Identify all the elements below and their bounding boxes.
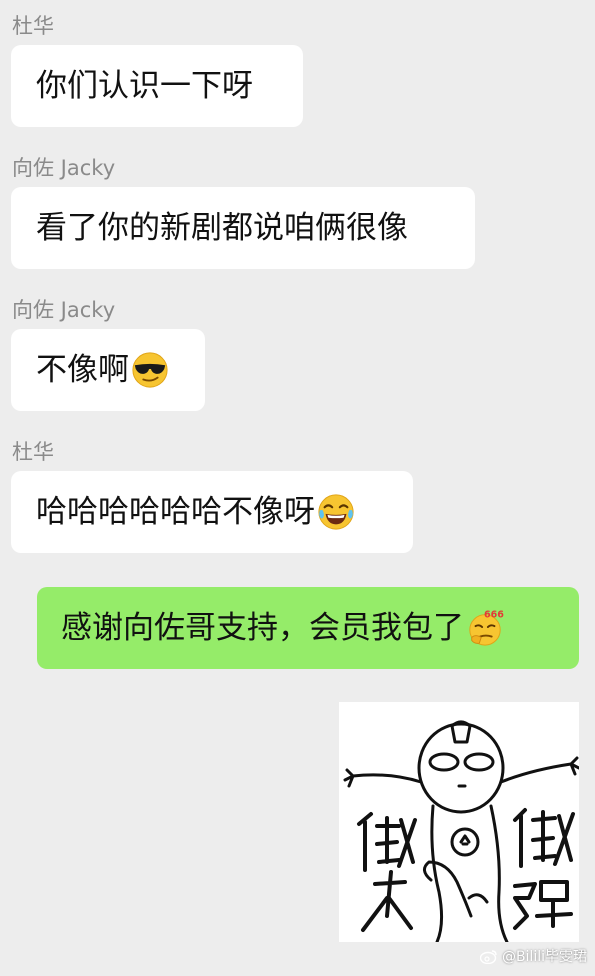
- tears-of-joy-emoji: [318, 494, 354, 530]
- message-bubble-incoming[interactable]: 你们认识一下呀: [11, 45, 303, 127]
- message-text: 看了你的新剧都说咱俩很像: [36, 210, 408, 246]
- watermark-text: @Bilili毕雯珺: [501, 949, 587, 965]
- sender-name: 杜华: [12, 440, 54, 464]
- message-bubble-incoming[interactable]: 看了你的新剧都说咱俩很像: [11, 187, 475, 269]
- sender-name: 向佐 Jacky: [12, 298, 116, 322]
- sender-name: 杜华: [12, 14, 54, 38]
- cool-sunglasses-emoji: [132, 352, 168, 388]
- message-bubble-incoming[interactable]: 不像啊: [11, 329, 205, 411]
- weibo-icon: [479, 949, 497, 964]
- sender-name: 向佐 Jacky: [12, 156, 116, 180]
- ultraman-doodle-sticker: [343, 720, 579, 942]
- message-bubble-outgoing[interactable]: 感谢向佐哥支持，会员我包了 666: [37, 587, 579, 669]
- thinking-666-emoji: 666: [469, 610, 504, 646]
- message-text: 不像啊: [36, 352, 129, 388]
- message-text: 你们认识一下呀: [36, 68, 253, 104]
- message-text: 哈哈哈哈哈哈不像呀: [36, 494, 315, 530]
- message-text: 感谢向佐哥支持，会员我包了: [61, 610, 464, 646]
- watermark: @Bilili毕雯珺: [479, 946, 587, 966]
- message-bubble-incoming[interactable]: 哈哈哈哈哈哈不像呀: [11, 471, 413, 553]
- sticker-image[interactable]: [339, 702, 579, 942]
- svg-text:666: 666: [484, 610, 504, 621]
